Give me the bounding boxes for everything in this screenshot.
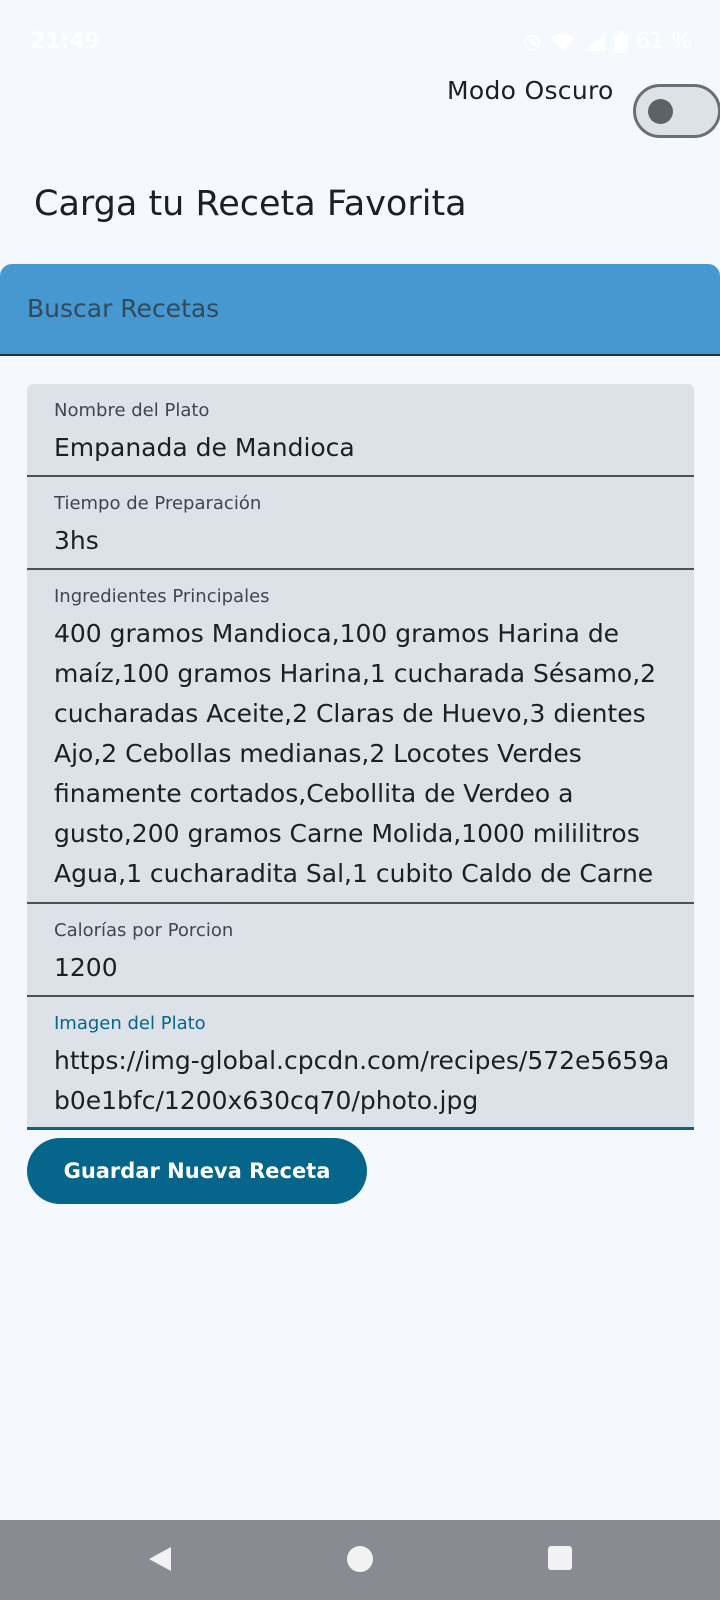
- prep-time-label: Tiempo de Preparación: [54, 493, 262, 514]
- search-recipes-bar[interactable]: Buscar Recetas: [0, 264, 720, 356]
- ingredients-field[interactable]: Ingredientes Principales 400 gramos Mand…: [27, 570, 694, 904]
- dark-mode-toggle[interactable]: [633, 84, 720, 138]
- dish-name-label: Nombre del Plato: [54, 400, 210, 421]
- dish-image-value: https://img-global.cpcdn.com/recipes/572…: [54, 1046, 670, 1115]
- dish-image-label: Imagen del Plato: [54, 1013, 206, 1034]
- ingredients-value: 400 gramos Mandioca,100 gramos Harina de…: [54, 619, 657, 888]
- status-bar: 21:49 61 %: [0, 0, 720, 84]
- calories-label: Calorías por Porcion: [54, 920, 234, 941]
- screen: 21:49 61 % Modo Oscuro Carga tu Receta F…: [0, 0, 720, 1600]
- home-icon[interactable]: [346, 1545, 374, 1577]
- status-time: 21:49: [30, 29, 101, 54]
- navigation-bar: [0, 1520, 720, 1600]
- calories-field[interactable]: Calorías por Porcion 1200: [27, 904, 694, 997]
- signal-icon: [584, 32, 606, 52]
- dark-mode-label: Modo Oscuro: [447, 76, 614, 105]
- battery-icon: [614, 30, 629, 53]
- dish-image-field[interactable]: Imagen del Plato https://img-global.cpcd…: [27, 997, 694, 1130]
- dish-name-field[interactable]: Nombre del Plato Empanada de Mandioca: [27, 384, 694, 477]
- save-recipe-button[interactable]: Guardar Nueva Receta: [27, 1138, 367, 1204]
- ingredients-label: Ingredientes Principales: [54, 586, 270, 607]
- dish-name-value: Empanada de Mandioca: [54, 433, 355, 462]
- prep-time-field[interactable]: Tiempo de Preparación 3hs: [27, 477, 694, 570]
- battery-percent: 61 %: [636, 29, 692, 54]
- wifi-icon: [550, 32, 576, 52]
- prep-time-value: 3hs: [54, 526, 99, 555]
- search-recipes-label: Buscar Recetas: [27, 294, 220, 323]
- back-icon[interactable]: [147, 1545, 173, 1577]
- toggle-thumb: [648, 99, 673, 124]
- recents-icon[interactable]: [547, 1545, 573, 1575]
- page-title: Carga tu Receta Favorita: [34, 184, 467, 224]
- alarm-icon: [522, 31, 542, 53]
- calories-value: 1200: [54, 953, 118, 982]
- status-icons: 61 %: [522, 29, 692, 54]
